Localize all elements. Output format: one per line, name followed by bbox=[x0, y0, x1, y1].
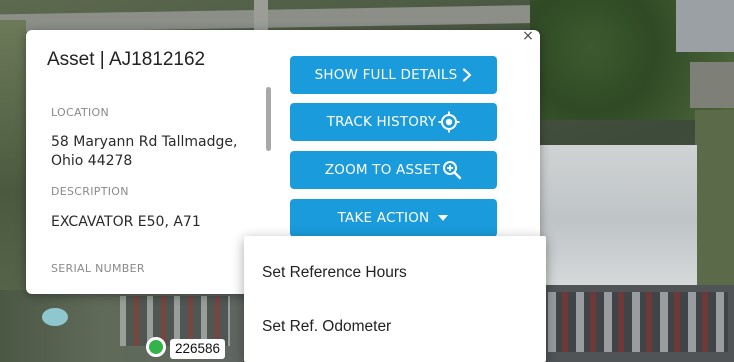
map-warehouse-roof bbox=[520, 145, 697, 285]
asset-title: Asset | AJ1812162 bbox=[47, 49, 206, 70]
take-action-label: TAKE ACTION bbox=[337, 210, 430, 226]
map-parked-cars bbox=[548, 292, 728, 352]
take-action-button[interactable]: TAKE ACTION bbox=[290, 199, 497, 237]
description-label: DESCRIPTION bbox=[51, 185, 129, 198]
menu-item-set-reference-hours[interactable]: Set Reference Hours bbox=[262, 264, 407, 282]
show-full-details-label: SHOW FULL DETAILS bbox=[314, 67, 458, 83]
show-full-details-button[interactable]: SHOW FULL DETAILS bbox=[290, 56, 497, 94]
zoom-to-asset-label: ZOOM TO ASSET bbox=[324, 162, 441, 178]
track-history-label: TRACK HISTORY bbox=[326, 114, 437, 130]
map-road bbox=[254, 0, 268, 30]
location-label: LOCATION bbox=[51, 106, 109, 119]
map-building bbox=[690, 62, 734, 108]
location-value-line1: 58 Maryann Rd Tallmadge, bbox=[51, 134, 238, 150]
map-pool bbox=[42, 308, 68, 326]
map-grass bbox=[695, 110, 734, 290]
zoom-to-asset-button[interactable]: ZOOM TO ASSET bbox=[290, 151, 497, 189]
menu-item-set-ref-odometer[interactable]: Set Ref. Odometer bbox=[262, 318, 391, 336]
asset-marker-label[interactable]: 226586 bbox=[170, 339, 226, 359]
close-popup-button[interactable]: × bbox=[521, 29, 535, 43]
zoom-in-icon bbox=[442, 160, 462, 180]
asset-marker-dot[interactable] bbox=[146, 337, 166, 357]
track-history-button[interactable]: TRACK HISTORY bbox=[290, 103, 497, 141]
serial-number-label: SERIAL NUMBER bbox=[51, 262, 145, 275]
location-value-line2: Ohio 44278 bbox=[51, 153, 133, 169]
description-value: EXCAVATOR E50, A71 bbox=[51, 214, 201, 230]
chevron-right-icon bbox=[462, 68, 472, 82]
take-action-menu bbox=[244, 236, 546, 362]
map-building bbox=[676, 0, 734, 52]
caret-down-icon bbox=[437, 214, 449, 222]
details-scrollbar[interactable] bbox=[266, 87, 271, 151]
crosshair-icon bbox=[438, 111, 460, 133]
